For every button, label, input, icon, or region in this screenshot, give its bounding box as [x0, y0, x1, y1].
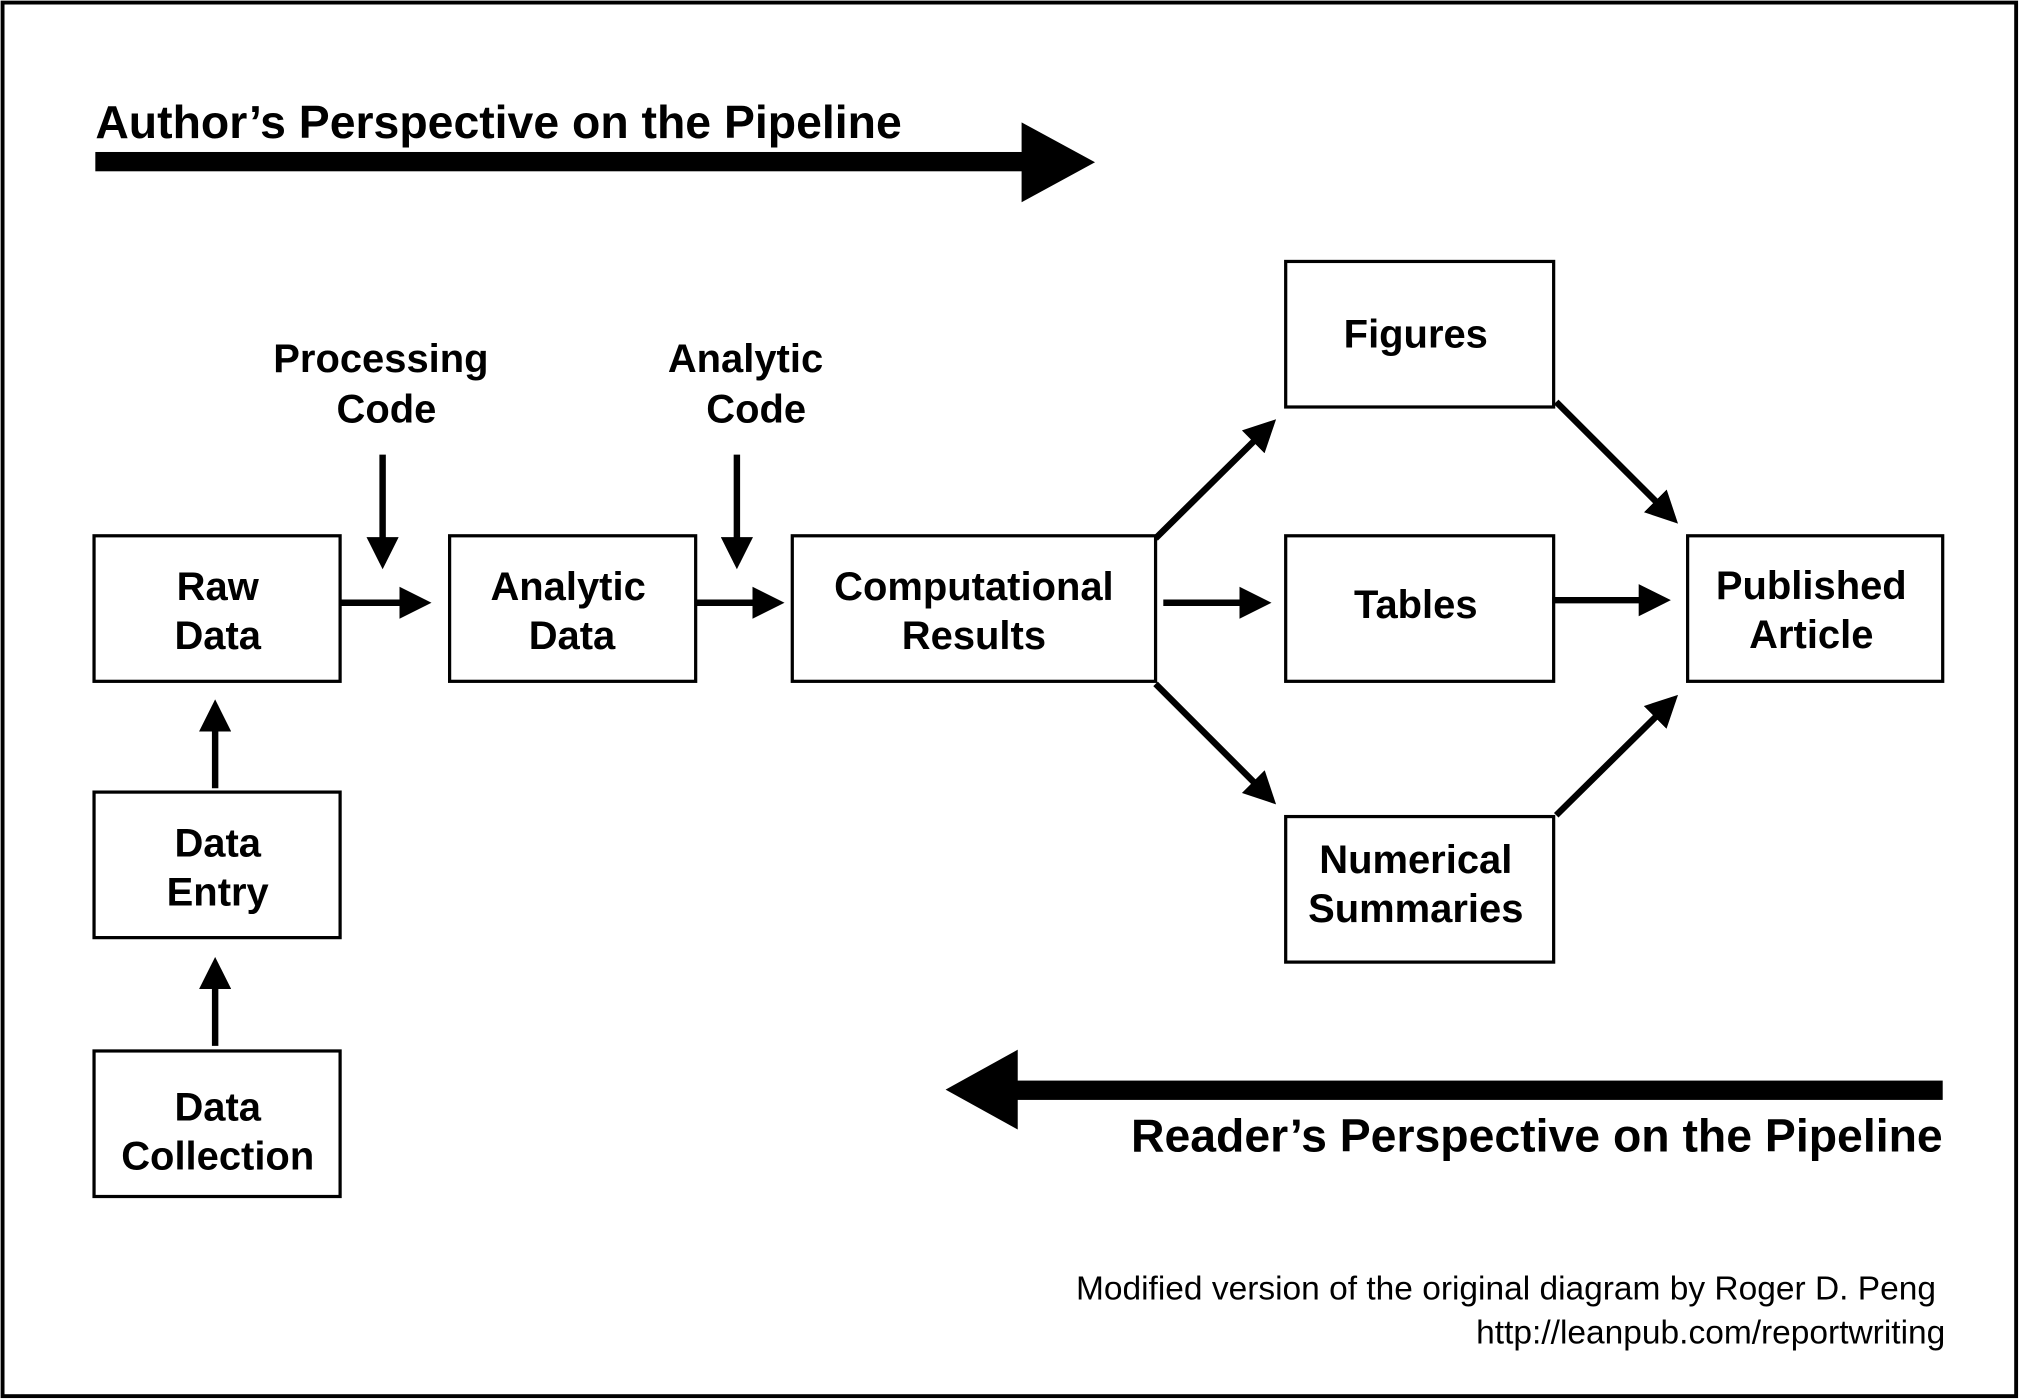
node-computational-results: Computational Results [790, 534, 1158, 683]
svg-text:Tables: Tables [1354, 583, 1478, 627]
node-analytic-data: Analytic Data [447, 534, 698, 683]
node-data-entry: Data Entry [92, 790, 342, 940]
node-raw-data: Raw Data [92, 534, 342, 683]
author-perspective-title: Author’s Perspective on the Pipeline [95, 96, 901, 148]
node-tables: Tables [1284, 534, 1556, 683]
node-numerical-summaries: Numerical Summaries [1284, 814, 1556, 964]
pipeline-diagram: Author’s Perspective on the Pipeline Rea… [0, 0, 2019, 1399]
node-data-collection: Data Collection [92, 1049, 342, 1199]
reader-perspective-title: Reader’s Perspective on the Pipeline [1131, 1109, 1943, 1161]
node-published-article: Published Article [1686, 534, 1945, 683]
svg-text:Figures: Figures [1344, 313, 1488, 357]
node-figures: Figures [1284, 259, 1556, 409]
